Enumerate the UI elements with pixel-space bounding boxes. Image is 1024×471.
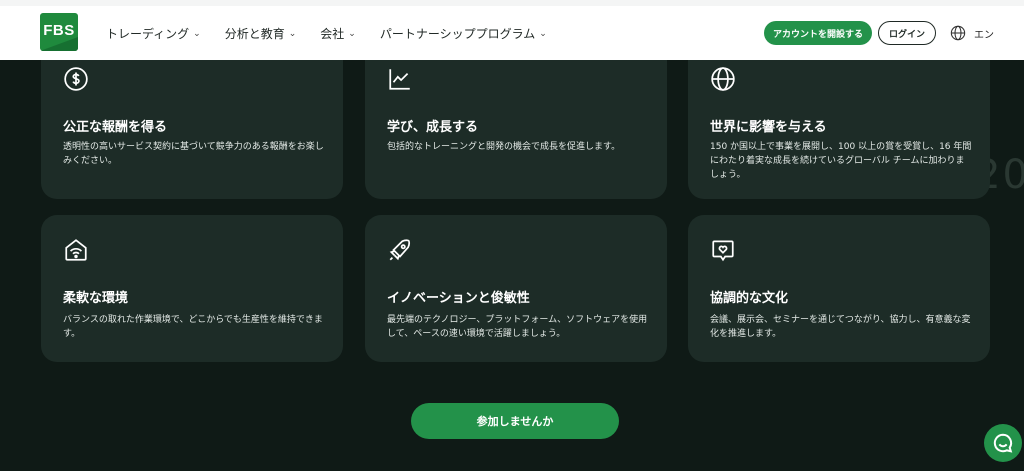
nav-partnership-label: パートナーシッププログラム bbox=[379, 26, 536, 41]
nav-trading[interactable]: トレーディング ⌄ bbox=[106, 25, 201, 42]
heart-chat-icon bbox=[712, 240, 734, 262]
card-text: 最先端のテクノロジー、プラットフォーム、ソフトウェアを使用して、ペースの速い環境… bbox=[387, 315, 648, 339]
join-us-button[interactable]: 参加しませんか bbox=[411, 403, 619, 439]
rocket-icon bbox=[389, 239, 411, 261]
chevron-down-icon: ⌄ bbox=[288, 29, 297, 39]
chart-line-icon bbox=[389, 69, 410, 90]
main-nav: トレーディング ⌄ 分析と教育 ⌄ 会社 ⌄ パートナーシッププログラム ⌄ bbox=[106, 6, 571, 60]
card-title: 学び、成長する bbox=[387, 120, 479, 135]
fbs-logo[interactable]: FBS bbox=[40, 13, 78, 51]
login-button[interactable]: ログイン bbox=[877, 21, 936, 45]
globe-icon bbox=[711, 67, 735, 91]
globe-icon bbox=[950, 25, 966, 41]
nav-analysis-label: 分析と教育 bbox=[224, 26, 285, 41]
benefit-card-collaborative-culture: 協調的な文化 会議、展示会、セミナーを通じてつながり、協力し、有意義な変化を推進… bbox=[688, 215, 990, 362]
language-label: エン bbox=[974, 29, 994, 41]
card-title: イノベーションと俊敏性 bbox=[387, 291, 530, 306]
benefit-card-flexible-environment: 柔軟な環境 バランスの取れた作業環境で、どこからでも生産性を維持できます。 bbox=[41, 215, 343, 362]
card-text: 会議、展示会、セミナーを通じてつながり、協力し、有意義な変化を推進します。 bbox=[710, 315, 971, 339]
benefit-card-fair-pay: 公正な報酬を得る 透明性の高いサービス契約に基づいて競争力のある報酬をお楽しみく… bbox=[41, 60, 343, 199]
language-selector[interactable]: エン bbox=[950, 25, 994, 41]
benefit-card-learn-grow: 学び、成長する 包括的なトレーニングと開発の機会で成長を促進します。 bbox=[365, 60, 667, 199]
nav-company[interactable]: 会社 ⌄ bbox=[320, 25, 356, 42]
chevron-down-icon: ⌄ bbox=[348, 29, 356, 39]
card-title: 世界に影響を与える bbox=[710, 120, 827, 135]
header-actions: アカウントを開設する ログイン エン bbox=[763, 6, 994, 60]
card-title: 柔軟な環境 bbox=[63, 291, 129, 306]
nav-partnership[interactable]: パートナーシッププログラム ⌄ bbox=[380, 25, 547, 42]
benefit-card-global-impact: 世界に影響を与える 150 か国以上で事業を展開し、100 以上の賞を受賞し、1… bbox=[688, 60, 990, 199]
dollar-coin-icon bbox=[64, 67, 88, 91]
nav-analysis-education[interactable]: 分析と教育 ⌄ bbox=[225, 25, 297, 42]
benefit-card-innovation: イノベーションと俊敏性 最先端のテクノロジー、プラットフォーム、ソフトウェアを使… bbox=[365, 215, 667, 362]
logo-text: FBS bbox=[43, 22, 75, 39]
site-header: FBS トレーディング ⌄ 分析と教育 ⌄ 会社 ⌄ パートナーシッププログラム… bbox=[0, 6, 1024, 60]
card-title: 公正な報酬を得る bbox=[63, 120, 168, 135]
chat-widget-button[interactable] bbox=[984, 424, 1022, 462]
card-text: 150 か国以上で事業を展開し、100 以上の賞を受賞し、16 年間にわたり着実… bbox=[710, 142, 972, 180]
chevron-down-icon: ⌄ bbox=[193, 29, 201, 39]
open-account-button[interactable]: アカウントを開設する bbox=[763, 21, 872, 45]
card-text: 透明性の高いサービス契約に基づいて競争力のある報酬をお楽しみください。 bbox=[63, 142, 324, 166]
wifi-home-icon bbox=[65, 239, 87, 261]
card-title: 協調的な文化 bbox=[710, 291, 789, 306]
nav-company-label: 会社 bbox=[320, 26, 345, 41]
chat-bubble-icon bbox=[993, 433, 1013, 453]
card-text: バランスの取れた作業環境で、どこからでも生産性を維持できます。 bbox=[63, 315, 323, 339]
card-text: 包括的なトレーニングと開発の機会で成長を促進します。 bbox=[387, 142, 621, 152]
nav-trading-label: トレーディング bbox=[106, 26, 190, 41]
chevron-down-icon: ⌄ bbox=[539, 29, 547, 39]
